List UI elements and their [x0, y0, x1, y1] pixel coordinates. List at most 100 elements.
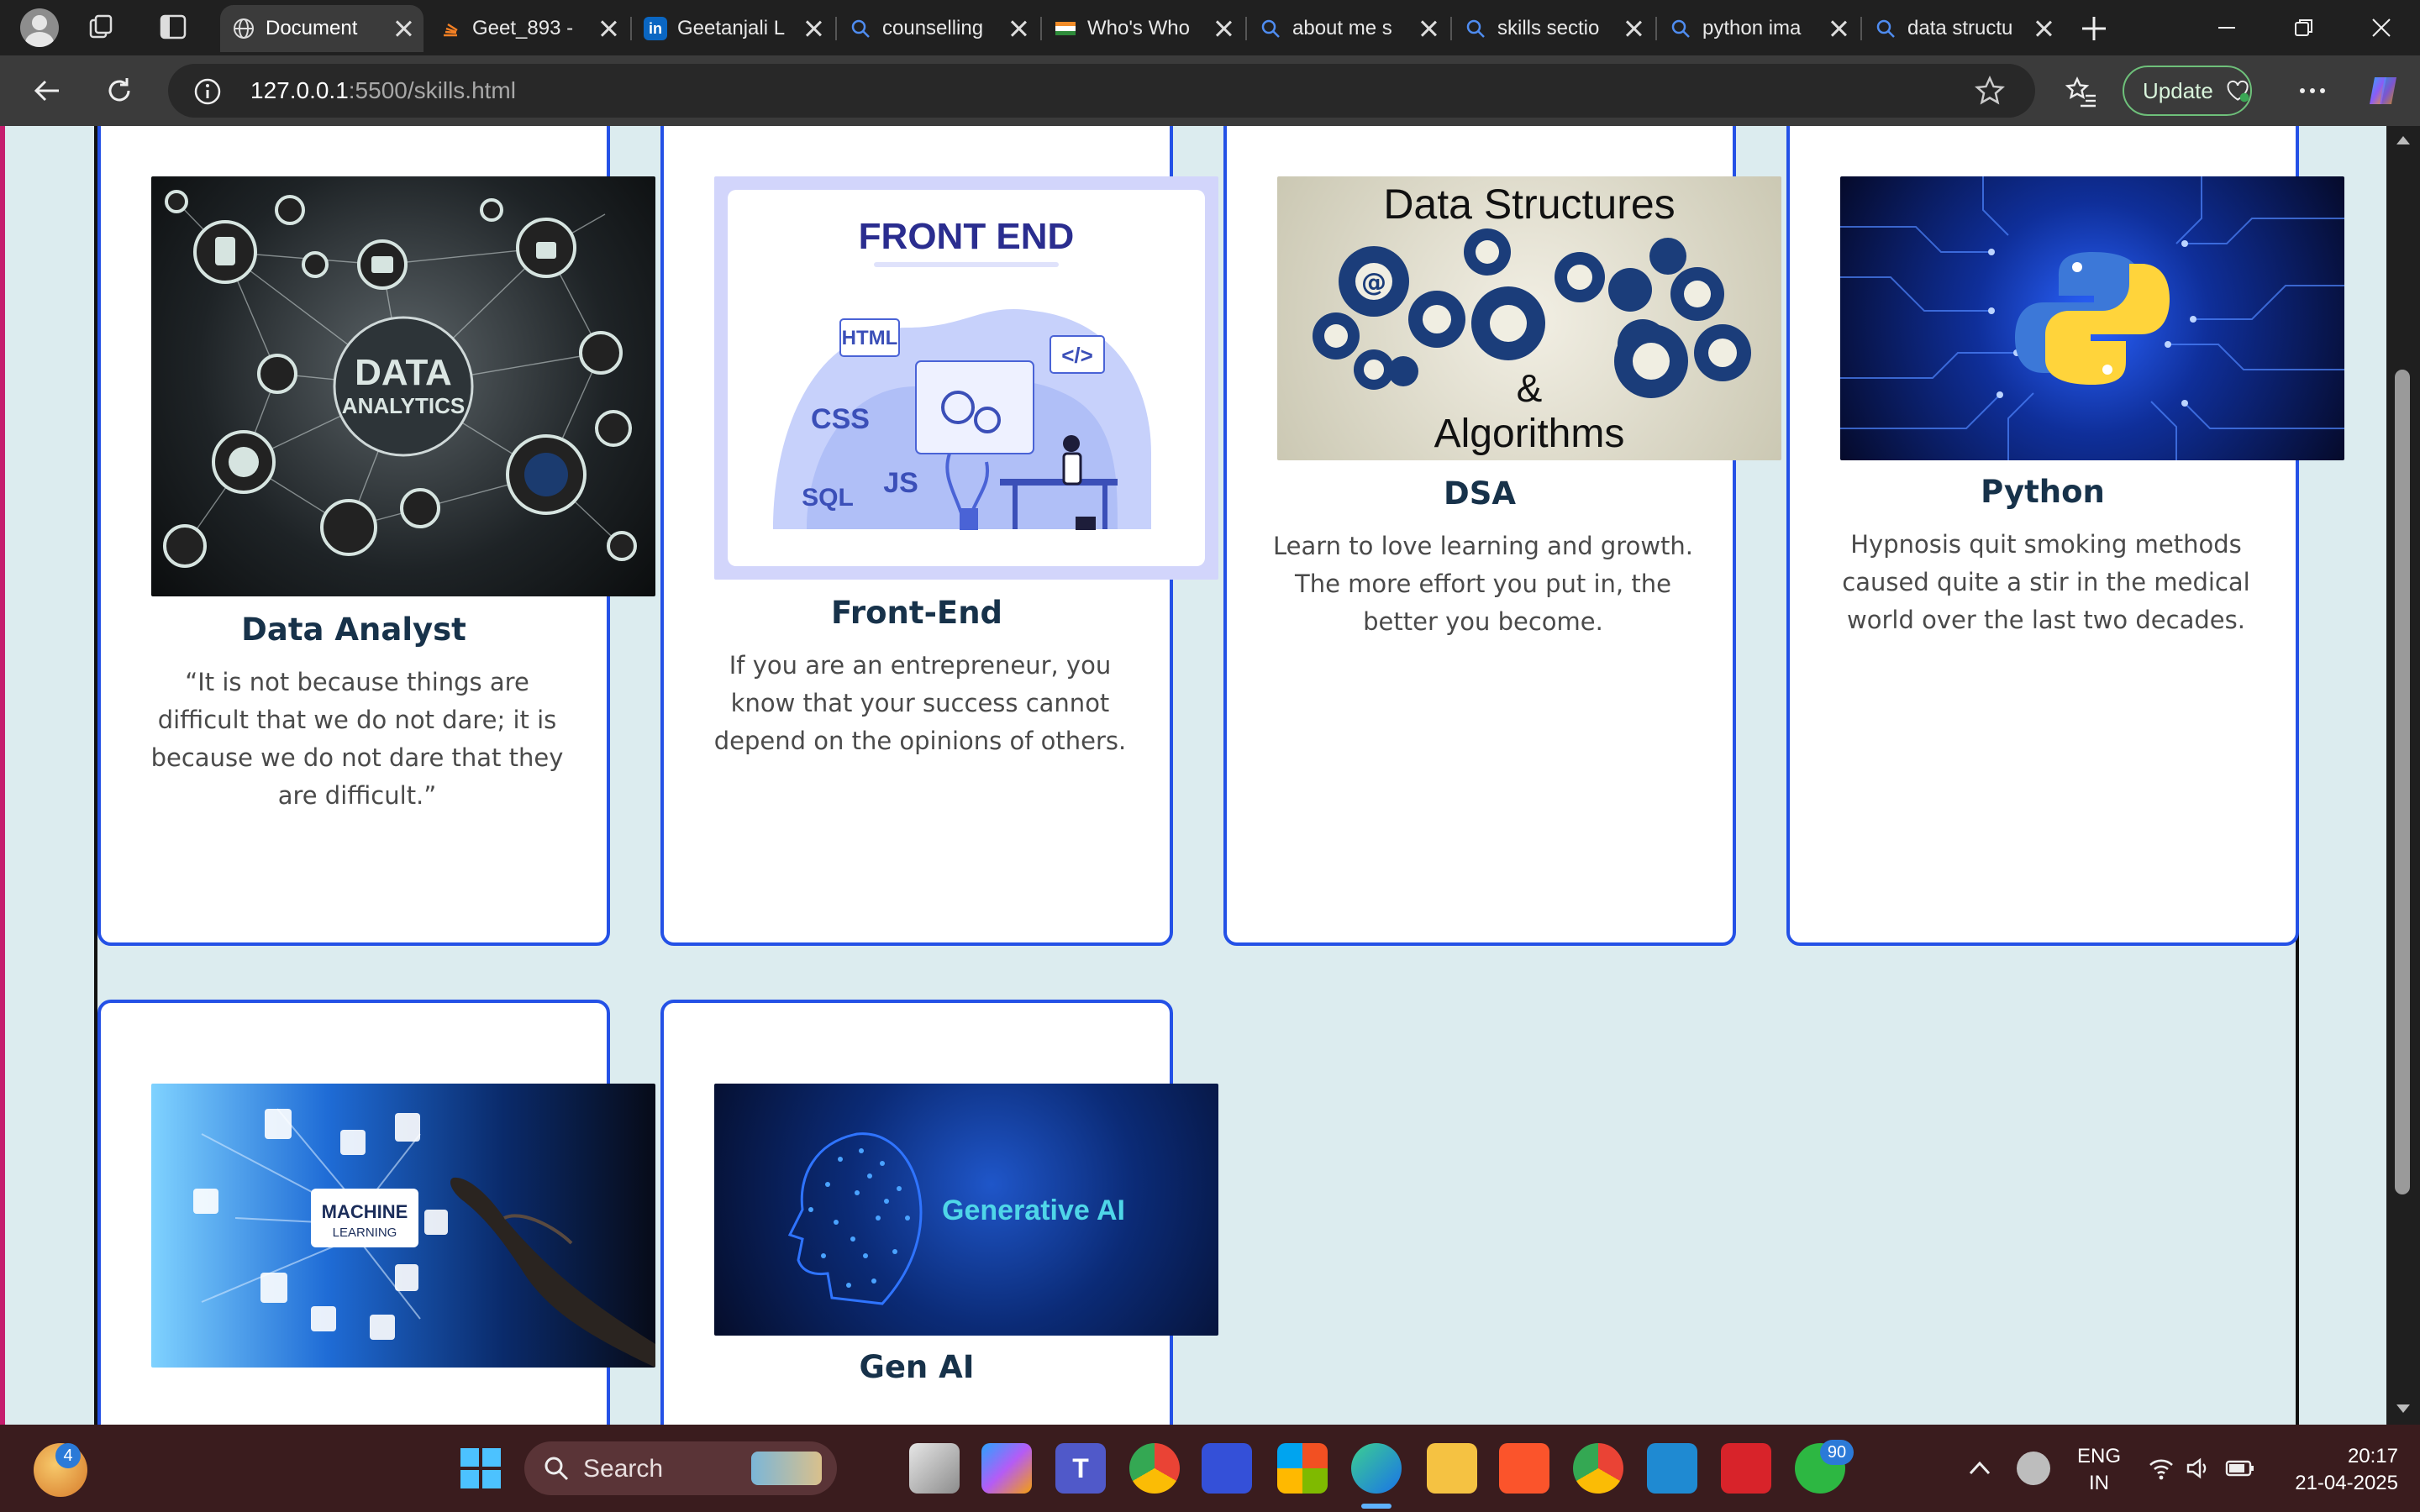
more-icon[interactable]	[2297, 81, 2328, 101]
language-indicator[interactable]: ENG IN	[2074, 1443, 2124, 1497]
skill-card-python: Python Hypnosis quit smoking methods cau…	[1786, 126, 2344, 946]
scroll-down-icon[interactable]	[2395, 1403, 2412, 1416]
search-label: Search	[583, 1455, 664, 1483]
search-icon	[544, 1457, 569, 1481]
dsa-image: Data Structures @ & Algorithms	[1277, 176, 1781, 460]
star-icon[interactable]	[1975, 76, 2005, 106]
tab-linkedin[interactable]: in Geetanjali L	[632, 5, 834, 52]
close-tab-icon[interactable]	[805, 20, 822, 37]
windows-start-icon[interactable]	[455, 1443, 506, 1494]
tab-actions-icon[interactable]	[158, 12, 188, 42]
system-clock[interactable]: 20:17 21-04-2025	[2272, 1443, 2398, 1497]
card-description: Learn to love learning and growth. The m…	[1272, 532, 1694, 636]
svg-text:SQL: SQL	[802, 484, 854, 512]
info-icon[interactable]	[193, 77, 222, 106]
scrollbar-thumb[interactable]	[2395, 370, 2410, 1194]
edge-icon[interactable]	[1351, 1443, 1402, 1494]
copilot-app-icon[interactable]	[981, 1443, 1032, 1494]
onedrive-icon[interactable]	[2017, 1452, 2050, 1485]
search-icon	[1671, 19, 1690, 38]
restore-icon	[2295, 19, 2312, 36]
tab-whos-who[interactable]: Who's Who	[1042, 5, 1244, 52]
taskbar-search[interactable]: Search	[524, 1441, 837, 1495]
volume-icon[interactable]	[2185, 1455, 2212, 1482]
task-view-icon[interactable]	[909, 1443, 960, 1494]
close-tab-icon[interactable]	[395, 20, 412, 37]
tab-document[interactable]: Document	[220, 5, 424, 52]
update-heart-icon	[2227, 80, 2249, 102]
machine-learning-image: MACHINE LEARNING	[151, 1084, 655, 1368]
close-window-button[interactable]	[2341, 0, 2420, 55]
wifi-icon[interactable]	[2148, 1455, 2175, 1482]
skill-card-gen-ai: Generative AI Gen AI	[660, 1000, 1218, 1425]
chrome-icon[interactable]	[1129, 1443, 1180, 1494]
data-analytics-image: DATA ANALYTICS	[151, 176, 655, 596]
tab-title: Who's Who	[1087, 17, 1190, 39]
tab-title: counselling	[882, 17, 984, 39]
skills-page: DATA ANALYTICS Data Analyst “It is not b…	[0, 126, 2386, 1425]
dsa-illustration: Data Structures @ & Algorithms	[1313, 181, 1751, 456]
vscode-icon[interactable]	[1647, 1443, 1697, 1494]
search-icon	[1261, 19, 1280, 38]
machine-learning-illustration: MACHINE LEARNING	[193, 1108, 655, 1368]
copilot-icon[interactable]	[2365, 72, 2402, 109]
refresh-icon[interactable]	[103, 74, 136, 108]
close-tab-icon[interactable]	[1010, 20, 1027, 37]
page-scrollbar[interactable]	[2386, 126, 2420, 1425]
tab-about-me[interactable]: about me s	[1247, 5, 1449, 52]
skill-card-machine-learning: MACHINE LEARNING	[97, 1000, 655, 1425]
battery-icon[interactable]	[2225, 1458, 2255, 1478]
file-explorer-icon[interactable]	[1427, 1443, 1477, 1494]
card-title: Data Analyst	[241, 612, 466, 648]
teams-icon[interactable]: T	[1055, 1443, 1106, 1494]
address-toolbar: 127.0.0.1:5500/skills.html Update	[0, 55, 2420, 126]
svg-text:Algorithms: Algorithms	[1434, 412, 1625, 456]
close-tab-icon[interactable]	[600, 20, 617, 37]
microsoft-store-icon[interactable]	[1277, 1443, 1328, 1494]
close-tab-icon[interactable]	[1625, 20, 1642, 37]
tab-title: data structu	[1907, 17, 2013, 39]
workspaces-icon[interactable]	[86, 12, 116, 42]
python-image	[1840, 176, 2344, 460]
skill-card-dsa: Data Structures @ & Algorithms DSA Learn…	[1223, 126, 1781, 946]
front-end-image: FRONT END HTML </> CSS JS SQL	[714, 176, 1218, 580]
svg-text:MACHINE: MACHINE	[322, 1201, 408, 1222]
new-tab-icon[interactable]	[2077, 12, 2111, 45]
restore-button[interactable]	[2264, 0, 2344, 55]
svg-text:Generative AI: Generative AI	[942, 1194, 1125, 1226]
scroll-up-icon[interactable]	[2395, 133, 2412, 146]
front-end-illustration: FRONT END HTML </> CSS JS SQL	[728, 190, 1205, 566]
data-analytics-illustration: DATA ANALYTICS	[163, 190, 637, 568]
close-tab-icon[interactable]	[1215, 20, 1232, 37]
tab-python-image[interactable]: python ima	[1657, 5, 1859, 52]
chrome-profile-icon[interactable]	[1573, 1443, 1623, 1494]
tab-title: skills sectio	[1497, 17, 1600, 39]
linkedin-icon: in	[644, 17, 667, 40]
address-bar[interactable]: 127.0.0.1:5500/skills.html	[168, 64, 2035, 118]
profile-avatar[interactable]	[20, 8, 59, 47]
tab-geet[interactable]: Geet_893 -	[427, 5, 629, 52]
acrobat-icon[interactable]	[1721, 1443, 1771, 1494]
svg-text:HTML: HTML	[842, 327, 898, 349]
python-illustration	[1840, 176, 2344, 460]
back-icon[interactable]	[30, 74, 64, 108]
favorites-icon[interactable]	[2065, 76, 2099, 109]
close-tab-icon[interactable]	[1420, 20, 1437, 37]
tab-title: python ima	[1702, 17, 1802, 39]
minimize-button[interactable]	[2186, 0, 2267, 55]
tab-counselling[interactable]: counselling	[837, 5, 1039, 52]
minimize-icon	[2218, 27, 2235, 29]
brave-icon[interactable]	[1499, 1443, 1549, 1494]
svg-text:CSS: CSS	[811, 403, 870, 435]
close-tab-icon[interactable]	[1830, 20, 1847, 37]
update-button[interactable]: Update	[2123, 66, 2252, 116]
card-title: Front-End	[830, 595, 1003, 631]
canva-icon[interactable]	[1202, 1443, 1252, 1494]
chevron-up-icon[interactable]	[1968, 1460, 1991, 1477]
close-tab-icon[interactable]	[2035, 20, 2052, 37]
tab-skills-section[interactable]: skills sectio	[1452, 5, 1654, 52]
tab-data-structures[interactable]: data structu	[1862, 5, 2064, 52]
card-title: Python	[1981, 474, 2105, 510]
tab-title: about me s	[1292, 17, 1392, 39]
globe-icon	[234, 18, 254, 39]
